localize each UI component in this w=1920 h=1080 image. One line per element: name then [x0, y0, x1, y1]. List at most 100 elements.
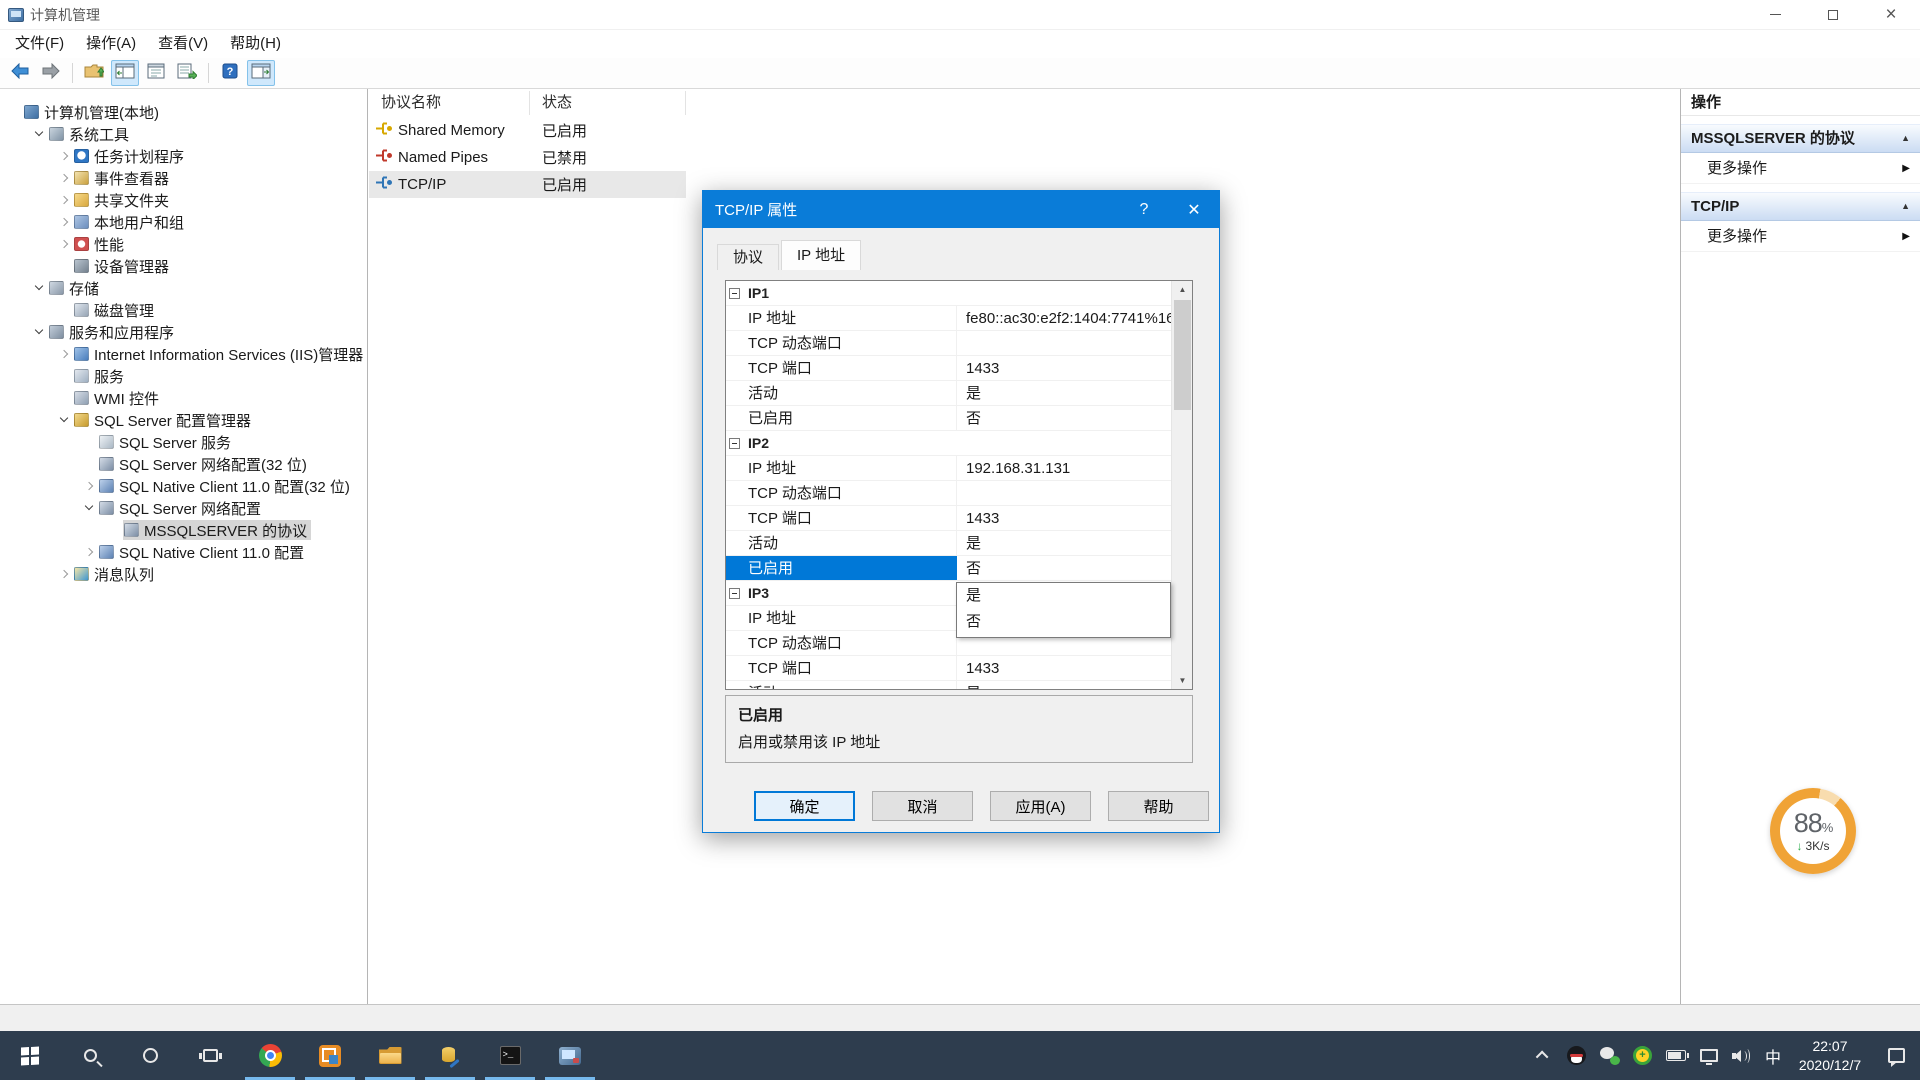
grid-row[interactable]: 已启用否	[726, 406, 1192, 431]
collapse-caret-icon[interactable]: ▲	[1901, 124, 1910, 153]
tree-item-content[interactable]: 任务计划程序	[73, 146, 188, 166]
tree-item[interactable]: 存储	[0, 277, 367, 299]
grid-row[interactable]: 活动是	[726, 531, 1192, 556]
collapse-box-icon[interactable]	[729, 288, 740, 299]
tree-item-content[interactable]: SQL Server 网络配置(32 位)	[98, 454, 311, 474]
taskbar-button-cortana[interactable]	[120, 1031, 180, 1080]
tree-item-content[interactable]: 系统工具	[48, 124, 133, 144]
tree-item-content[interactable]: 存储	[48, 278, 103, 298]
tray-button-antivirus[interactable]: +	[1626, 1031, 1659, 1080]
actions-more-item[interactable]: 更多操作 ▶	[1681, 221, 1920, 252]
chevron-right-icon[interactable]	[56, 192, 73, 208]
progress-ball-widget[interactable]: 88% ↓ 3K/s	[1770, 788, 1856, 874]
chevron-down-icon[interactable]	[31, 126, 48, 142]
tree-item-content[interactable]: SQL Server 服务	[98, 432, 235, 452]
tree-item-content[interactable]: MSSQLSERVER 的协议	[123, 520, 312, 540]
tree-item[interactable]: 本地用户和组	[0, 211, 367, 233]
taskbar-app-command-prompt[interactable]: >_	[480, 1031, 540, 1080]
menu-item-h[interactable]: 帮助(H)	[219, 30, 292, 58]
ok-button[interactable]: 确定	[754, 791, 855, 821]
tree-item[interactable]: 性能	[0, 233, 367, 255]
tree-item-content[interactable]: SQL Server 配置管理器	[73, 410, 255, 430]
tree-item[interactable]: 系统工具	[0, 123, 367, 145]
grid-row[interactable]: 活动是	[726, 381, 1192, 406]
tree-item[interactable]: SQL Server 网络配置(32 位)	[0, 453, 367, 475]
taskbar-app-vmware[interactable]	[300, 1031, 360, 1080]
protocol-row[interactable]: Shared Memory 已启用	[369, 117, 686, 144]
tree-item-content[interactable]: SQL Server 网络配置	[98, 498, 265, 518]
close-button[interactable]: ×	[1862, 0, 1920, 29]
grid-row[interactable]: 活动是	[726, 681, 1192, 689]
tree-item[interactable]: SQL Native Client 11.0 配置(32 位)	[0, 475, 367, 497]
taskbar-button-start[interactable]	[0, 1031, 60, 1080]
scrollbar-thumb[interactable]	[1174, 300, 1191, 410]
dialog-titlebar[interactable]: TCP/IP 属性 ? ✕	[703, 191, 1219, 228]
actions-more-item[interactable]: 更多操作 ▶	[1681, 153, 1920, 184]
protocol-row[interactable]: TCP/IP 已启用	[369, 171, 686, 198]
tree-item[interactable]: SQL Server 网络配置	[0, 497, 367, 519]
tab-ip-address[interactable]: IP 地址	[781, 240, 862, 270]
collapse-box-icon[interactable]	[729, 588, 740, 599]
grid-row[interactable]: TCP 端口 1433	[726, 506, 1192, 531]
tree-item[interactable]: 磁盘管理	[0, 299, 367, 321]
help-button[interactable]: 帮助	[1108, 791, 1209, 821]
grid-row[interactable]: TCP 端口 1433	[726, 356, 1192, 381]
tree-item-content[interactable]: 磁盘管理	[73, 300, 158, 320]
chevron-down-icon[interactable]	[56, 412, 73, 428]
tree-item-content[interactable]: 本地用户和组	[73, 212, 188, 232]
tray-button-wechat[interactable]	[1593, 1031, 1626, 1080]
dialog-close-button[interactable]: ✕	[1169, 191, 1219, 228]
menu-item-a[interactable]: 操作(A)	[75, 30, 147, 58]
dialog-help-button[interactable]: ?	[1119, 191, 1169, 228]
tree-item[interactable]: 计算机管理(本地)	[0, 101, 367, 123]
tray-button-qq[interactable]	[1560, 1031, 1593, 1080]
tree-item[interactable]: 共享文件夹	[0, 189, 367, 211]
tree-item[interactable]: 设备管理器	[0, 255, 367, 277]
toolbar-button-help-icon[interactable]: ?	[216, 60, 244, 86]
actions-section-header[interactable]: MSSQLSERVER 的协议 ▲	[1681, 124, 1920, 153]
tray-button-battery[interactable]	[1659, 1031, 1692, 1080]
grid-row[interactable]: 已启用否▼	[726, 556, 1192, 581]
collapse-box-icon[interactable]	[729, 438, 740, 449]
scroll-down-icon[interactable]: ▼	[1172, 672, 1192, 689]
tray-button-tray-expand[interactable]	[1527, 1031, 1560, 1080]
toolbar-button-forward-icon[interactable]	[37, 60, 65, 86]
grid-row[interactable]: TCP 动态端口	[726, 331, 1192, 356]
tree-item-content[interactable]: 服务和应用程序	[48, 322, 178, 342]
minimize-button[interactable]	[1746, 0, 1804, 29]
grid-scrollbar[interactable]: ▲ ▼	[1171, 281, 1192, 689]
chevron-right-icon[interactable]	[56, 566, 73, 582]
grid-row[interactable]: TCP 动态端口▼	[726, 481, 1192, 506]
tree-item[interactable]: 服务	[0, 365, 367, 387]
tree-item-content[interactable]: SQL Native Client 11.0 配置	[98, 542, 308, 562]
chevron-right-icon[interactable]	[81, 544, 98, 560]
scroll-up-icon[interactable]: ▲	[1172, 281, 1192, 298]
ime-indicator[interactable]: 中	[1758, 1031, 1788, 1080]
tree-item[interactable]: 消息队列	[0, 563, 367, 585]
column-header-status[interactable]: 状态	[530, 91, 686, 115]
chevron-right-icon[interactable]	[81, 478, 98, 494]
tree-item[interactable]: WMI 控件	[0, 387, 367, 409]
tree-item[interactable]: MSSQLSERVER 的协议	[0, 519, 367, 541]
toolbar-button-show-console-tree-icon[interactable]	[111, 60, 139, 86]
grid-row[interactable]: TCP 端口 1433	[726, 656, 1192, 681]
protocol-row[interactable]: Named Pipes 已禁用	[369, 144, 686, 171]
tree-item[interactable]: 服务和应用程序	[0, 321, 367, 343]
taskbar-button-search[interactable]	[60, 1031, 120, 1080]
chevron-down-icon[interactable]	[81, 500, 98, 516]
tree-item-content[interactable]: 性能	[73, 234, 128, 254]
dropdown-option[interactable]: 是	[957, 583, 1170, 609]
taskbar-button-task-view[interactable]	[180, 1031, 240, 1080]
tree-item-content[interactable]: 共享文件夹	[73, 190, 173, 210]
menu-item-v[interactable]: 查看(V)	[147, 30, 219, 58]
taskbar-app-file-explorer[interactable]	[360, 1031, 420, 1080]
column-header-protocol-name[interactable]: 协议名称	[369, 91, 530, 115]
cancel-button[interactable]: 取消	[872, 791, 973, 821]
taskbar-app-computer-management[interactable]	[540, 1031, 600, 1080]
toolbar-button-show-action-pane-icon[interactable]	[247, 60, 275, 86]
grid-row[interactable]: IP 地址 192.168.31.131	[726, 456, 1192, 481]
tree-item[interactable]: SQL Native Client 11.0 配置	[0, 541, 367, 563]
tray-button-display[interactable]	[1692, 1031, 1725, 1080]
taskbar-app-chrome[interactable]	[240, 1031, 300, 1080]
tree-item[interactable]: 事件查看器	[0, 167, 367, 189]
